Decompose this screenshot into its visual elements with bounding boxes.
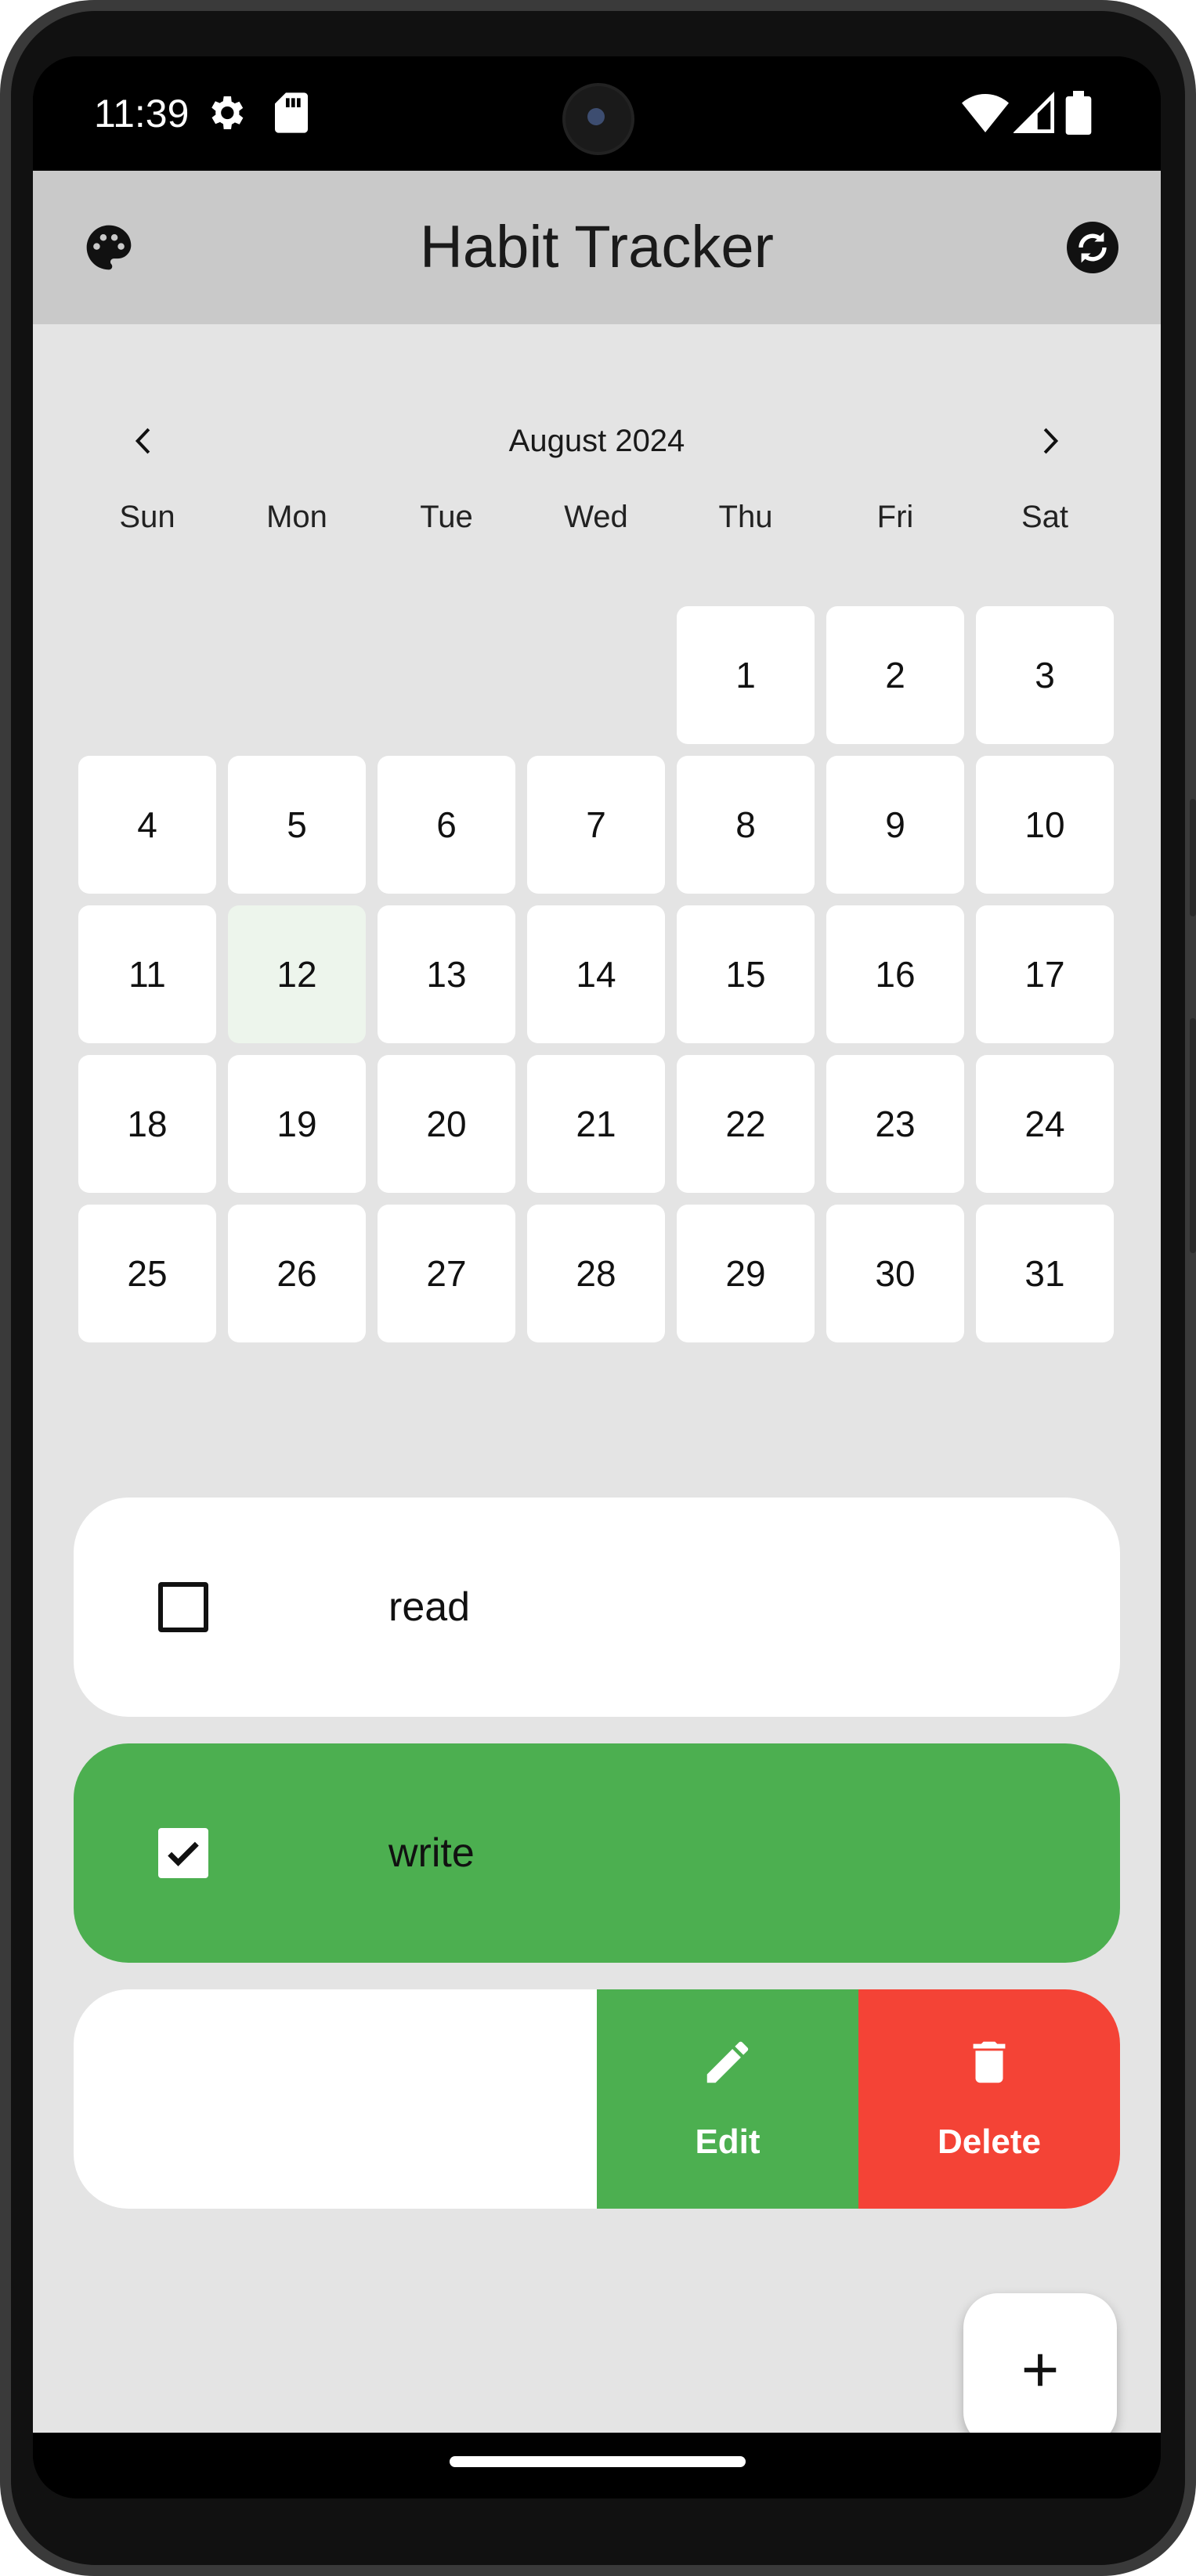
chevron-left-icon[interactable] [113,410,175,472]
habit-name: write [388,1830,475,1876]
calendar-day[interactable]: 28 [527,1205,665,1342]
screen: 11:39 Habit Tracker August 2024 Sun Mon … [33,56,1161,2498]
calendar-day[interactable]: 9 [826,756,964,894]
calendar-day[interactable]: 6 [378,756,515,894]
month-label: August 2024 [508,424,685,458]
calendar-day[interactable]: 8 [677,756,815,894]
calendar-day[interactable]: 5 [228,756,366,894]
calendar-day[interactable]: 24 [976,1055,1114,1193]
calendar-day[interactable]: 19 [228,1055,366,1193]
cell-signal-icon [1013,91,1054,139]
weekday-label: Wed [564,500,628,534]
app-title: Habit Tracker [420,214,774,280]
calendar-day[interactable]: 15 [677,905,815,1043]
delete-label: Delete [937,2123,1042,2161]
weekday-label: Sun [119,500,175,534]
weekday-label: Thu [718,500,773,534]
calendar-day[interactable]: 31 [976,1205,1114,1342]
app-content: Habit Tracker August 2024 Sun Mon Tue Wed Th [33,171,1161,2447]
calendar-day[interactable]: 23 [826,1055,964,1193]
calendar-day[interactable]: 27 [378,1205,515,1342]
calendar-day[interactable]: 30 [826,1205,964,1342]
battery-icon [1065,91,1092,139]
habit-card[interactable]: read [74,1498,1120,1717]
calendar-day[interactable]: 7 [527,756,665,894]
add-habit-button[interactable] [963,2293,1117,2447]
habit-checkbox[interactable] [158,1582,208,1632]
volume-button [1190,1018,1196,1253]
trash-icon [973,2041,1006,2083]
calendar-day[interactable]: 25 [78,1205,216,1342]
wifi-icon [962,91,1009,139]
status-time: 11:39 [94,92,190,135]
calendar-day[interactable]: 20 [378,1055,515,1193]
calendar-day[interactable]: 1 [677,606,815,744]
weekday-label: Fri [876,500,914,534]
calendar-day[interactable]: 4 [78,756,216,894]
weekday-label: Mon [266,500,327,534]
app-bar: Habit Tracker [33,171,1161,324]
habit-checkbox[interactable] [158,1828,208,1878]
chevron-right-icon[interactable] [1018,410,1081,472]
habit-card-swiped[interactable]: Edit Delete [74,1989,1120,2209]
calendar-day[interactable]: 21 [527,1055,665,1193]
calendar-day[interactable]: 2 [826,606,964,744]
settings-gear-icon [204,91,248,139]
calendar-day[interactable]: 26 [228,1205,366,1342]
edit-label: Edit [695,2123,761,2161]
weekday-label: Tue [420,500,473,534]
habit-name: read [388,1584,471,1630]
sd-card-icon [273,91,310,139]
delete-button[interactable]: Delete [858,1989,1120,2209]
calendar-day[interactable]: 29 [677,1205,815,1342]
calendar-day[interactable]: 14 [527,905,665,1043]
weekday-label: Sat [1021,500,1069,534]
edit-button[interactable]: Edit [597,1989,858,2209]
navigation-bar [33,2433,1161,2498]
calendar-day[interactable]: 16 [826,905,964,1043]
calendar-day[interactable]: 13 [378,905,515,1043]
checkmark-icon [168,1841,199,1866]
power-button [1190,799,1196,916]
calendar-day[interactable]: 18 [78,1055,216,1193]
calendar-day[interactable]: 22 [677,1055,815,1193]
sync-icon[interactable] [1057,212,1128,283]
calendar-day[interactable]: 10 [976,756,1114,894]
plus-icon [1024,2354,1057,2386]
calendar-day-selected[interactable]: 12 [228,905,366,1043]
calendar-header: August 2024 [78,398,1115,484]
calendar-day[interactable]: 3 [976,606,1114,744]
pencil-icon [706,2041,749,2083]
device-frame: 11:39 Habit Tracker August 2024 Sun Mon … [0,0,1196,2576]
status-bar: 11:39 [33,56,1161,171]
front-camera [562,83,634,155]
calendar-day[interactable]: 17 [976,905,1114,1043]
palette-icon[interactable] [74,212,144,283]
habit-card[interactable]: write [74,1743,1120,1963]
calendar-day[interactable]: 11 [78,905,216,1043]
home-gesture-handle[interactable] [450,2456,746,2467]
